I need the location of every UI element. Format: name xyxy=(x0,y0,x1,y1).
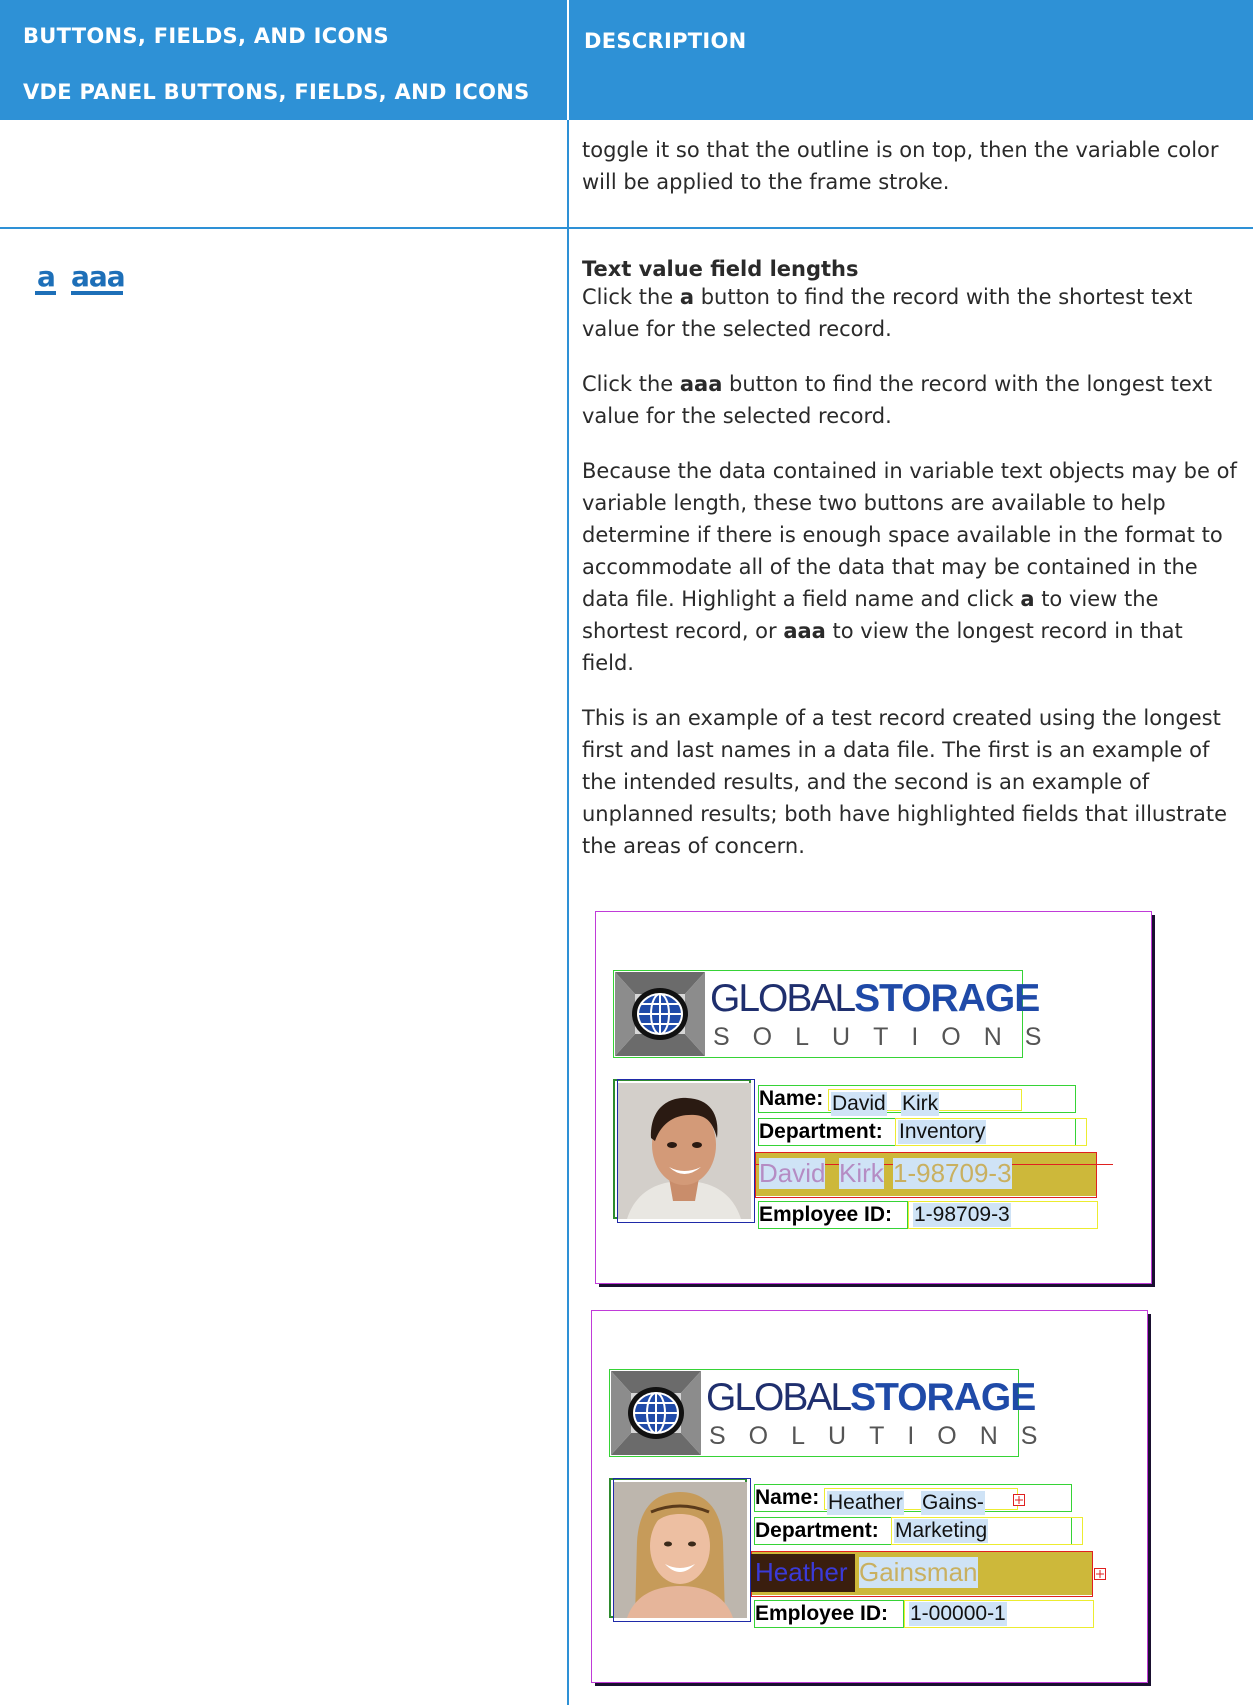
employee-id-value: 1-00000-1 xyxy=(909,1602,1007,1626)
large-id: 1-98709-3 xyxy=(893,1158,1012,1189)
card-shadow xyxy=(595,1683,1151,1686)
logo-wordmark: GLOBALSTORAGE xyxy=(706,1376,1036,1419)
row-divider xyxy=(0,227,1253,229)
text-length-icons: a aaa xyxy=(35,260,155,304)
row1-description: toggle it so that the outline is on top,… xyxy=(582,138,1219,194)
longest-text-icon: aaa xyxy=(71,260,126,295)
department-label: Department: xyxy=(759,1120,883,1143)
variable-length-paragraph: Because the data contained in variable t… xyxy=(582,459,1237,675)
department-value: Inventory xyxy=(898,1120,987,1144)
svg-text:aaa: aaa xyxy=(71,264,125,293)
card-shadow xyxy=(599,1284,1155,1287)
longest-button-paragraph: Click the aaa button to find the record … xyxy=(582,372,1213,428)
name-label: Name: xyxy=(759,1087,824,1110)
logo-tagline: SOLUTIONS xyxy=(709,1422,1061,1450)
employee-id-label: Employee ID: xyxy=(759,1203,893,1226)
column-divider xyxy=(567,120,569,1705)
svg-text:a: a xyxy=(37,264,56,293)
first-name-value: David xyxy=(831,1092,887,1116)
employee-id-label: Employee ID: xyxy=(755,1602,889,1625)
large-first-name: Heather xyxy=(755,1557,848,1587)
text-value-field-lengths-heading: Text value field lengths xyxy=(582,257,859,281)
department-label: Department: xyxy=(755,1519,879,1542)
header-col-buttons: BUTTONS, FIELDS, AND ICONS VDE PANEL BUT… xyxy=(0,0,567,120)
overset-text-icon xyxy=(1013,1494,1025,1506)
large-last-name: Kirk xyxy=(839,1158,884,1189)
id-card-unplanned: GLOBALSTORAGE SOLUTIONS Name: Heather Ga… xyxy=(591,1310,1151,1686)
globe-logo-icon xyxy=(611,1371,701,1455)
card-shadow xyxy=(1152,915,1155,1287)
logo-tagline: SOLUTIONS xyxy=(713,1023,1065,1051)
last-name-value: Gains- xyxy=(921,1491,985,1515)
photo-navy-frame xyxy=(617,1079,755,1223)
department-value: Marketing xyxy=(894,1519,989,1543)
example-paragraph: This is an example of a test record crea… xyxy=(582,706,1228,858)
logo-wordmark: GLOBALSTORAGE xyxy=(710,977,1040,1020)
shortest-longest-text-icon: a aaa xyxy=(35,260,126,295)
name-label: Name: xyxy=(755,1486,820,1509)
header-col1-title: BUTTONS, FIELDS, AND ICONS xyxy=(23,24,389,48)
overset-text-icon xyxy=(1094,1568,1106,1580)
header-col-description: DESCRIPTION xyxy=(567,0,1253,120)
id-card-intended: GLOBALSTORAGE SOLUTIONS Name: David Kirk xyxy=(595,911,1155,1287)
large-first-name: David xyxy=(759,1158,826,1189)
buttons-description-table: BUTTONS, FIELDS, AND ICONS VDE PANEL BUT… xyxy=(0,0,1253,1705)
header-col1-subtitle: VDE PANEL BUTTONS, FIELDS, AND ICONS xyxy=(23,80,530,104)
last-name-value: Kirk xyxy=(901,1092,940,1116)
shortest-button-paragraph: Click the a button to find the record wi… xyxy=(582,285,1193,341)
photo-navy-frame xyxy=(613,1478,751,1622)
shortest-text-icon: a xyxy=(35,260,56,295)
employee-id-value: 1-98709-3 xyxy=(913,1203,1011,1227)
large-last-name: Gainsman xyxy=(859,1557,978,1588)
table-header: BUTTONS, FIELDS, AND ICONS VDE PANEL BUT… xyxy=(0,0,1253,120)
card-shadow xyxy=(1148,1314,1151,1686)
globe-logo-icon xyxy=(615,972,705,1056)
header-col2-title: DESCRIPTION xyxy=(584,29,747,53)
first-name-value: Heather xyxy=(827,1491,904,1515)
